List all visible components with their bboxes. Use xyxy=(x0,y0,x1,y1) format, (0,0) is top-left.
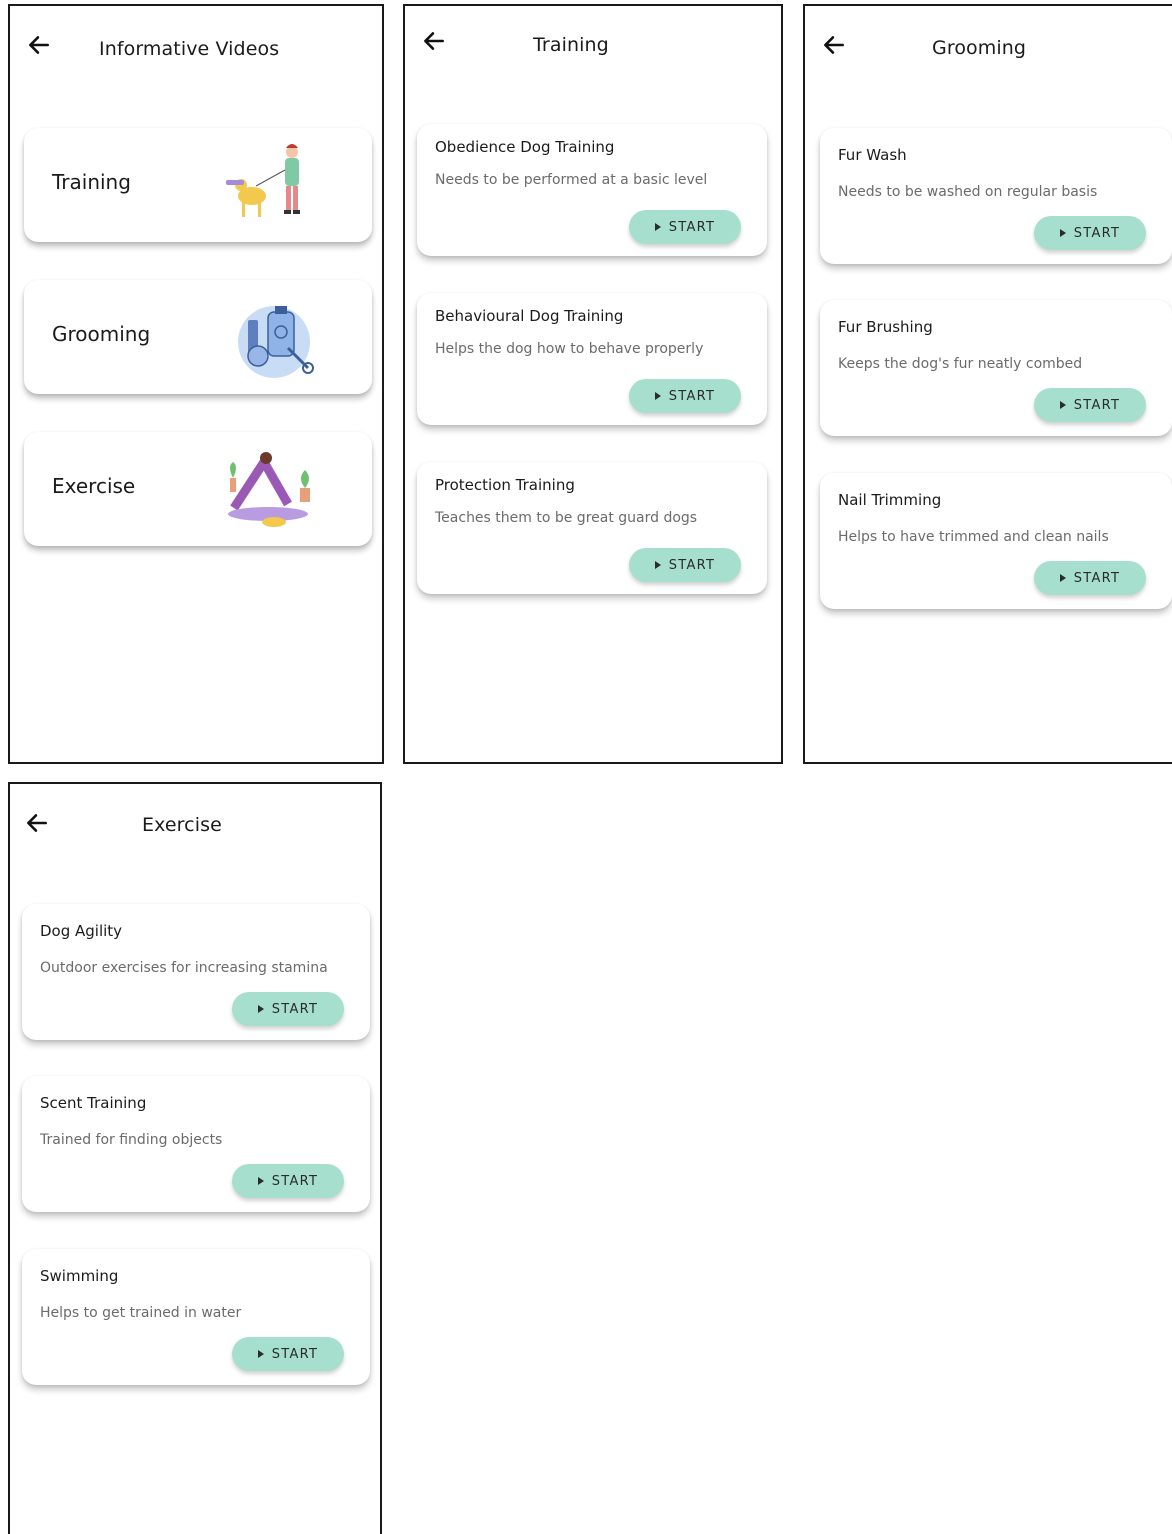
video-card: Scent Training Trained for finding objec… xyxy=(22,1076,370,1212)
start-button-label: START xyxy=(668,219,716,235)
start-button-label: START xyxy=(1073,570,1121,586)
play-icon xyxy=(1059,229,1066,237)
start-button[interactable]: START xyxy=(1034,216,1146,250)
start-button[interactable]: START xyxy=(629,548,741,582)
screen-informative-videos: Informative Videos Training Grooming Exe… xyxy=(8,4,384,764)
play-icon xyxy=(654,392,661,400)
video-description: Helps the dog how to behave properly xyxy=(435,341,704,357)
app-bar: Exercise xyxy=(10,784,380,874)
video-description: Teaches them to be great guard dogs xyxy=(435,510,698,526)
back-arrow-icon[interactable] xyxy=(24,810,50,836)
video-card: Nail Trimming Helps to have trimmed and … xyxy=(820,473,1172,609)
back-arrow-icon[interactable] xyxy=(26,32,52,58)
video-description: Needs to be washed on regular basis xyxy=(838,184,1098,200)
start-button[interactable]: START xyxy=(629,379,741,413)
menu-card-label: Grooming xyxy=(52,322,151,346)
start-button[interactable]: START xyxy=(232,992,344,1026)
play-icon xyxy=(257,1177,264,1185)
start-button-label: START xyxy=(271,1346,319,1362)
video-title: Dog Agility xyxy=(40,922,123,940)
menu-card-grooming[interactable]: Grooming xyxy=(24,280,372,394)
back-arrow-icon[interactable] xyxy=(421,28,447,54)
video-description: Helps to have trimmed and clean nails xyxy=(838,529,1109,545)
screen-training: Training Obedience Dog Training Needs to… xyxy=(403,4,783,764)
start-button[interactable]: START xyxy=(1034,561,1146,595)
video-card: Dog Agility Outdoor exercises for increa… xyxy=(22,904,370,1040)
video-description: Helps to get trained in water xyxy=(40,1305,242,1321)
video-card: Swimming Helps to get trained in water S… xyxy=(22,1249,370,1385)
app-bar: Training xyxy=(405,6,781,96)
screen-grooming: Grooming Fur Wash Needs to be washed on … xyxy=(803,4,1172,764)
start-button[interactable]: START xyxy=(232,1164,344,1198)
start-button-label: START xyxy=(668,557,716,573)
grooming-tools-illustration-icon xyxy=(238,306,314,378)
video-card: Fur Wash Needs to be washed on regular b… xyxy=(820,128,1172,264)
menu-card-label: Training xyxy=(52,170,131,194)
video-card: Protection Training Teaches them to be g… xyxy=(417,462,767,594)
video-card: Fur Brushing Keeps the dog's fur neatly … xyxy=(820,300,1172,436)
start-button-label: START xyxy=(1073,225,1121,241)
play-icon xyxy=(654,223,661,231)
video-title: Nail Trimming xyxy=(838,491,942,509)
video-card: Obedience Dog Training Needs to be perfo… xyxy=(417,124,767,256)
play-icon xyxy=(1059,401,1066,409)
page-title: Training xyxy=(533,34,609,56)
screen-exercise: Exercise Dog Agility Outdoor exercises f… xyxy=(8,782,382,1534)
video-title: Protection Training xyxy=(435,476,575,494)
play-icon xyxy=(1059,574,1066,582)
dog-walking-illustration-icon xyxy=(226,144,300,217)
dog-yoga-illustration-icon xyxy=(228,452,310,527)
page-title: Informative Videos xyxy=(99,38,280,60)
video-title: Obedience Dog Training xyxy=(435,138,615,156)
start-button-label: START xyxy=(668,388,716,404)
video-title: Behavioural Dog Training xyxy=(435,307,624,325)
play-icon xyxy=(257,1350,264,1358)
page-title: Exercise xyxy=(142,814,222,836)
video-description: Trained for finding objects xyxy=(40,1132,223,1148)
start-button[interactable]: START xyxy=(629,210,741,244)
menu-card-training[interactable]: Training xyxy=(24,128,372,242)
video-title: Fur Wash xyxy=(838,146,907,164)
video-description: Needs to be performed at a basic level xyxy=(435,172,708,188)
start-button-label: START xyxy=(271,1173,319,1189)
back-arrow-icon[interactable] xyxy=(821,32,847,58)
start-button[interactable]: START xyxy=(1034,388,1146,422)
app-bar: Grooming xyxy=(805,6,1172,96)
video-title: Scent Training xyxy=(40,1094,147,1112)
menu-card-label: Exercise xyxy=(52,474,136,498)
play-icon xyxy=(257,1005,264,1013)
app-bar: Informative Videos xyxy=(10,6,382,96)
video-card: Behavioural Dog Training Helps the dog h… xyxy=(417,293,767,425)
start-button[interactable]: START xyxy=(232,1337,344,1371)
video-description: Outdoor exercises for increasing stamina xyxy=(40,960,328,976)
start-button-label: START xyxy=(271,1001,319,1017)
video-description: Keeps the dog's fur neatly combed xyxy=(838,356,1083,372)
play-icon xyxy=(654,561,661,569)
video-title: Swimming xyxy=(40,1267,119,1285)
page-title: Grooming xyxy=(932,37,1027,59)
menu-card-exercise[interactable]: Exercise xyxy=(24,432,372,546)
start-button-label: START xyxy=(1073,397,1121,413)
video-title: Fur Brushing xyxy=(838,318,933,336)
